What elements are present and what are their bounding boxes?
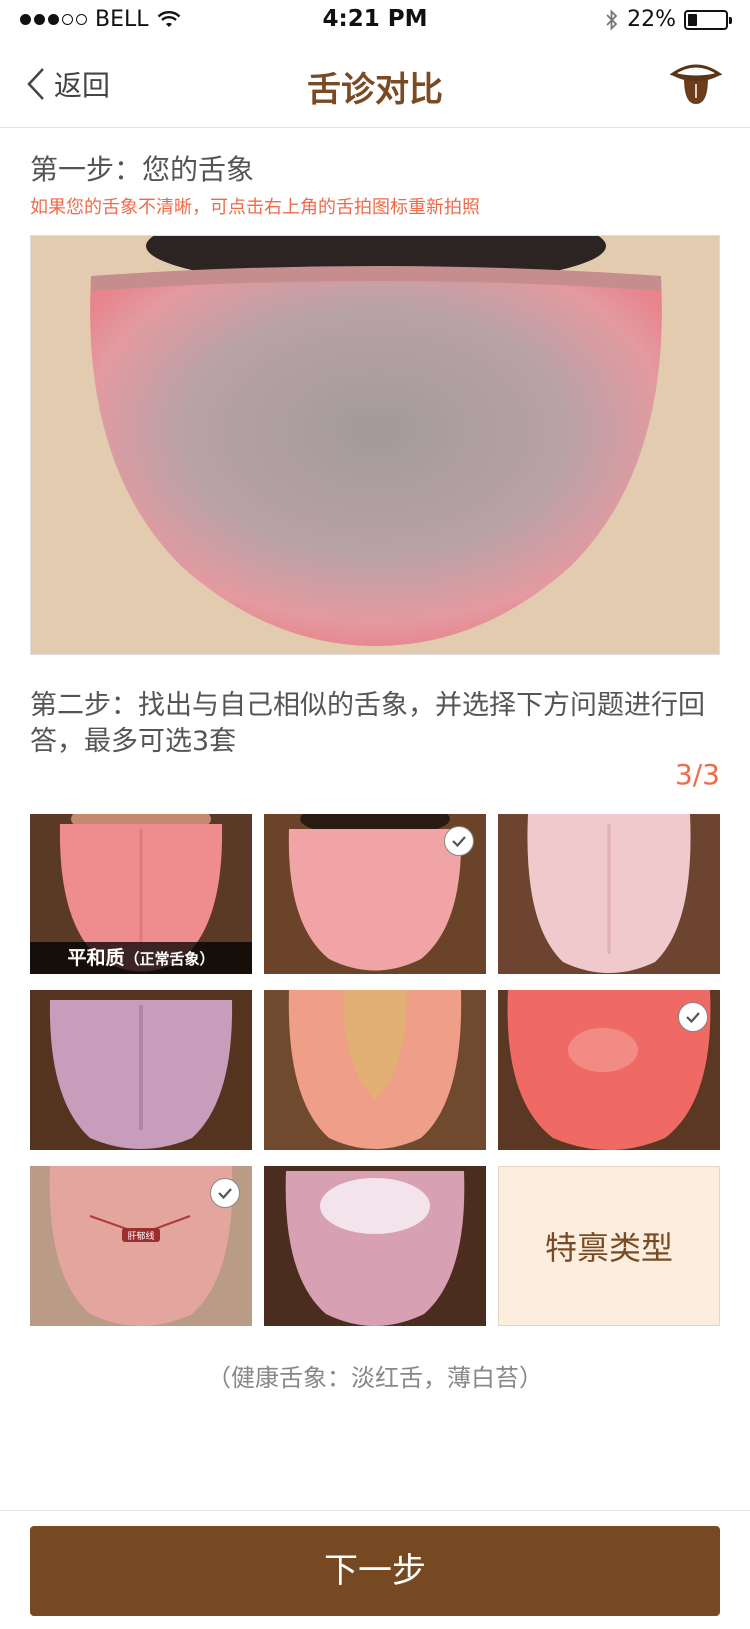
special-type-tile[interactable]: 特禀类型: [498, 1166, 720, 1326]
bluetooth-icon: [606, 8, 618, 31]
check-icon: [678, 1002, 708, 1032]
tongue-camera-icon: [669, 64, 723, 104]
tongue-option-7[interactable]: 肝郁线: [30, 1166, 252, 1326]
battery-percent: 22%: [627, 7, 676, 32]
check-icon: [444, 826, 474, 856]
status-right: 22%: [605, 7, 732, 32]
tile-caption: 平和质（正常舌象）: [30, 942, 252, 974]
tile-caption-sub: （正常舌象）: [124, 950, 215, 968]
user-tongue-photo: [30, 235, 720, 655]
status-bar: BELL 4:21 PM 22%: [0, 0, 750, 40]
tile-caption-main: 平和质: [67, 947, 125, 969]
special-type-label: 特禀类型: [544, 1229, 673, 1267]
tongue-option-1[interactable]: 平和质（正常舌象）: [30, 814, 252, 974]
tongue-option-8[interactable]: [264, 1166, 486, 1326]
tongue-camera-button[interactable]: [669, 60, 723, 108]
battery-icon: [684, 9, 732, 30]
tongue-option-3[interactable]: [498, 814, 720, 974]
step2-title: 第二步：找出与自己相似的舌象，并选择下方问题进行回答，最多可选3套: [30, 690, 705, 757]
healthy-tongue-note: （健康舌象：淡红舌，薄白苔）: [207, 1364, 543, 1392]
step1-title: 第一步：您的舌象: [30, 153, 255, 186]
check-icon: [210, 1178, 240, 1208]
tongue-option-6[interactable]: [498, 990, 720, 1150]
step1-hint: 如果您的舌象不清晰，可点击右上角的舌拍图标重新拍照: [30, 197, 480, 218]
next-step-button[interactable]: 下一步: [30, 1526, 720, 1616]
selection-counter: 3/3: [674, 758, 720, 791]
bottom-bar: 下一步: [0, 1510, 750, 1629]
page-title: 舌诊对比: [307, 70, 443, 110]
tile-image-label: 肝郁线: [127, 1230, 154, 1242]
tongue-option-4[interactable]: [30, 990, 252, 1150]
tongue-option-5[interactable]: [264, 990, 486, 1150]
tongue-option-2[interactable]: [264, 814, 486, 974]
nav-bar: 返回 舌诊对比: [0, 40, 750, 128]
